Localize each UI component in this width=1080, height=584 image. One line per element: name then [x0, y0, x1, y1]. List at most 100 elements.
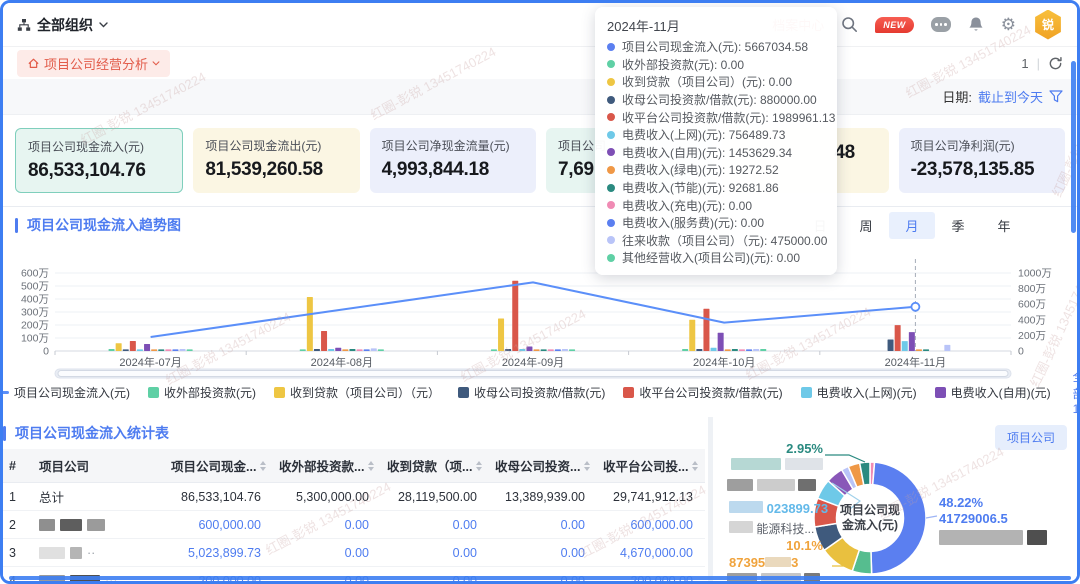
table-cell-value: 600,000.00: [165, 511, 273, 539]
tooltip-item-text: 电费收入(绿电)(元): 19272.52: [622, 161, 779, 178]
table-cell-value: 13,389,939.00: [489, 483, 597, 511]
search-icon[interactable]: [841, 16, 858, 33]
table-header-cell[interactable]: 收外部投资款...: [273, 449, 381, 483]
filter-funnel-icon[interactable]: [1049, 90, 1063, 103]
divider: |: [1037, 56, 1040, 71]
refresh-icon[interactable]: [1048, 56, 1063, 71]
kpi-card-6[interactable]: 项目公司净利润(元)-23,578,135.85: [899, 128, 1065, 193]
series-dot: [607, 166, 615, 174]
filter-row: 日期: 截止到今天: [3, 79, 1077, 115]
masked-label: [939, 530, 1047, 548]
sort-icon[interactable]: [260, 461, 266, 471]
table-header-cell[interactable]: 收平台公司投...: [597, 449, 705, 483]
tab-project-analysis[interactable]: 项目公司经营分析: [17, 50, 170, 77]
table-header-cell[interactable]: #: [3, 449, 33, 483]
bell-icon[interactable]: [968, 16, 984, 33]
kpi-card-row: 项目公司现金流入(元)86,533,104.76项目公司现金流出(元)81,53…: [3, 115, 1077, 207]
kpi-value: 81,539,260.58: [205, 159, 347, 181]
table-row-name: [33, 511, 165, 539]
vertical-scrollbar-thumb[interactable]: [1071, 61, 1076, 233]
kpi-card-2[interactable]: 项目公司现金流出(元)81,539,260.58: [193, 128, 359, 193]
masked-name-block: [60, 519, 82, 531]
message-icon[interactable]: [931, 17, 951, 32]
table-header-label: 收外部投资款...: [279, 456, 364, 475]
period-button[interactable]: 季: [935, 212, 981, 239]
legend-label: 项目公司现金流入(元): [14, 384, 130, 401]
legend-square-swatch: [623, 387, 634, 398]
table-header-cell[interactable]: 项目公司现金...: [165, 449, 273, 483]
legend-square-swatch: [458, 387, 469, 398]
series-dot: [607, 131, 615, 139]
series-dot: [607, 113, 615, 121]
period-button[interactable]: 月: [889, 212, 935, 239]
kpi-label: 项目公司净现金流量(元): [382, 137, 524, 154]
tooltip-item-text: 收到贷款（项目公司）(元): 0.00: [622, 73, 792, 90]
table-cell-value: 5,023,899.73: [165, 539, 273, 567]
period-button[interactable]: 年: [981, 212, 1027, 239]
org-selector[interactable]: 全部组织: [17, 15, 108, 35]
masked-name-block: [39, 519, 55, 531]
tooltip-item-text: 电费收入(服务费)(元): 0.00: [622, 214, 764, 231]
kpi-value: 4,993,844.18: [382, 159, 524, 181]
table-cell-value: 29,741,912.13: [597, 483, 705, 511]
legend-item[interactable]: 收外部投资款(元): [148, 384, 256, 401]
gear-icon[interactable]: ⚙: [1001, 16, 1016, 33]
avatar[interactable]: 锐: [1033, 10, 1063, 40]
table-cell-value: 4,670,000.00: [597, 539, 705, 567]
trend-header: 项目公司现金流入趋势图 日周月季年: [3, 207, 1077, 243]
tooltip-item: 收外部投资款(元): 0.00: [607, 56, 825, 74]
cash-inflow-table: #项目公司项目公司现金... 收外部投资款... 收到贷款（项...收母公司投资..…: [3, 449, 708, 581]
donut-callout-orange-pct: 10.1%: [761, 538, 823, 553]
chevron-down-icon: [152, 61, 160, 66]
kpi-card-1[interactable]: 项目公司现金流入(元)86,533,104.76: [15, 128, 183, 193]
sort-icon[interactable]: [584, 461, 590, 471]
tooltip-item-text: 其他经营收入(项目公司)(元): 0.00: [622, 249, 800, 266]
donut-callout-orange-value: 873953: [729, 555, 798, 570]
tooltip-item: 电费收入(服务费)(元): 0.00: [607, 214, 825, 232]
table-header-cell[interactable]: 项目公司: [33, 449, 165, 483]
legend-item[interactable]: 收平台公司投资款/借款(元): [623, 384, 782, 401]
table-header-label: 收平台公司投...: [603, 456, 688, 475]
period-button[interactable]: 周: [843, 212, 889, 239]
svg-text:2024年-10月: 2024年-10月: [693, 355, 755, 369]
tab-label: 项目公司经营分析: [44, 54, 148, 73]
masked-name-block: [87, 519, 105, 531]
table-cell-value: 0.00: [273, 511, 381, 539]
trend-chart[interactable]: 0100万200万300万400万500万600万0200万400万600万80…: [3, 243, 1067, 381]
table-header-cell[interactable]: 收母公司投资...: [489, 449, 597, 483]
tooltip-item: 往来收款（项目公司）（元): 475000.00: [607, 232, 825, 250]
svg-text:800万: 800万: [1018, 283, 1046, 295]
sort-icon[interactable]: [692, 461, 698, 471]
table-header-cell[interactable]: 收到贷款（项...: [381, 449, 489, 483]
legend-item[interactable]: 收到贷款（项目公司）（元）: [274, 384, 440, 401]
table-row-index: 1: [3, 483, 33, 511]
donut-callout-cyan-value: 023899.73: [729, 501, 828, 516]
kpi-value: 86,533,104.76: [28, 160, 170, 182]
horizontal-scrollbar-thumb[interactable]: [9, 576, 1071, 580]
masked-label: [727, 479, 816, 494]
tooltip-item-text: 电费收入(节能)(元): 92681.86: [622, 179, 779, 196]
legend-show-all-link[interactable]: 全部 13: [1073, 368, 1080, 416]
legend-item[interactable]: 电费收入(上网)(元): [801, 384, 917, 401]
series-dot: [607, 148, 615, 156]
donut-filter-badge[interactable]: 项目公司: [995, 425, 1067, 450]
tooltip-item: 收平台公司投资款/借款(元): 1989961.13: [607, 108, 825, 126]
bottom-section: 项目公司现金流入统计表 #项目公司项目公司现金...收外部投资款...收到贷款（…: [3, 417, 1077, 581]
legend-item[interactable]: 项目公司现金流入(元): [0, 384, 130, 401]
tooltip-item-text: 电费收入(上网)(元): 756489.73: [622, 126, 785, 143]
table-cell-value: 0.00: [489, 511, 597, 539]
legend-item[interactable]: 电费收入(自用)(元): [935, 384, 1051, 401]
date-filter-value[interactable]: 截止到今天: [978, 87, 1043, 106]
new-badge[interactable]: NEW: [875, 17, 914, 33]
tooltip-item-text: 项目公司现金流入(元): 5667034.58: [622, 38, 808, 55]
kpi-card-3[interactable]: 项目公司净现金流量(元) 4,993,844.18: [370, 128, 536, 193]
org-selector-label: 全部组织: [37, 15, 93, 35]
tooltip-item: 收到贷款（项目公司）(元): 0.00: [607, 73, 825, 91]
page-number: 1: [1021, 56, 1028, 71]
legend-line-swatch: [0, 391, 9, 394]
svg-text:400万: 400万: [21, 294, 49, 306]
sort-icon[interactable]: [368, 461, 374, 471]
legend-square-swatch: [148, 387, 159, 398]
sort-icon[interactable]: [476, 461, 482, 471]
legend-item[interactable]: 收母公司投资款/借款(元): [458, 384, 605, 401]
